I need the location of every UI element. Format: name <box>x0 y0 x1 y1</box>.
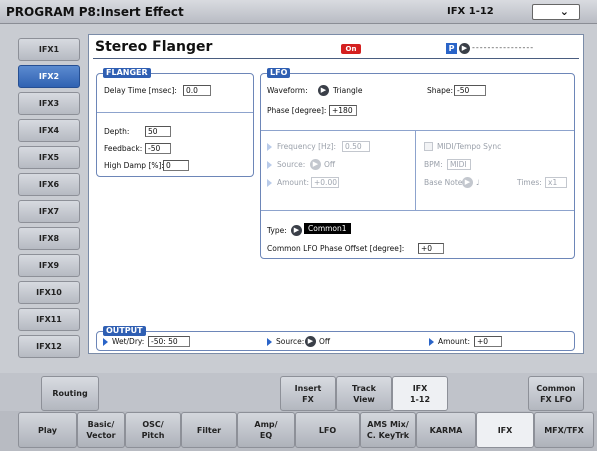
tab-routing[interactable]: Routing <box>41 376 99 411</box>
output-source-value[interactable]: Off <box>319 337 330 346</box>
common-phase-field[interactable]: +0 <box>418 243 444 254</box>
frequency-triangle-icon <box>267 143 272 151</box>
depth-label: Depth: <box>104 127 130 136</box>
mode-tab-karma[interactable]: KARMA <box>416 412 476 448</box>
type-value[interactable]: Common1 <box>304 223 351 234</box>
shape-field[interactable]: -50 <box>454 85 486 96</box>
shape-label: Shape: <box>427 86 454 95</box>
effect-name[interactable]: Stereo Flanger <box>95 39 212 55</box>
output-amount-field[interactable]: +0 <box>474 336 502 347</box>
wet-dry-triangle-icon <box>103 338 108 346</box>
ifx-range-label: IFX 1-12 <box>447 6 494 17</box>
tab-ifx-1-12[interactable]: IFX 1-12 <box>392 376 448 411</box>
output-source-triangle-icon <box>267 338 272 346</box>
output-amount-label: Amount: <box>438 337 470 346</box>
flanger-label: FLANGER <box>103 68 151 78</box>
source-triangle-icon <box>267 161 272 169</box>
flanger-divider <box>97 112 253 113</box>
amount-triangle-icon <box>267 179 272 187</box>
frequency-label: Frequency [Hz]: <box>277 142 337 151</box>
lfo-source-arrow-icon[interactable]: ▶ <box>310 159 321 170</box>
effect-on-button[interactable]: On <box>341 44 361 54</box>
waveform-arrow-icon[interactable]: ▶ <box>318 85 329 96</box>
type-arrow-icon[interactable]: ▶ <box>291 225 302 236</box>
times-field[interactable]: x1 <box>545 177 567 188</box>
mode-tab-amp-eq[interactable]: Amp/ EQ <box>237 412 295 448</box>
lfo-source-value[interactable]: Off <box>324 160 335 169</box>
depth-field[interactable]: 50 <box>145 126 171 137</box>
output-label: OUTPUT <box>103 326 146 336</box>
mode-tab-basic-vector[interactable]: Basic/ Vector <box>77 412 125 448</box>
mode-tab-osc-pitch[interactable]: OSC/ Pitch <box>125 412 181 448</box>
lfo-divider-bottom <box>261 210 574 211</box>
mode-tab-lfo[interactable]: LFO <box>295 412 360 448</box>
common-phase-label: Common LFO Phase Offset [degree]: <box>267 244 405 253</box>
waveform-label: Waveform: <box>267 86 308 95</box>
tab-insert-fx[interactable]: Insert FX <box>280 376 336 411</box>
output-amount-triangle-icon <box>429 338 434 346</box>
tab-ifx8[interactable]: IFX8 <box>18 227 80 250</box>
mode-tab-ifx[interactable]: IFX <box>476 412 534 448</box>
feedback-label: Feedback: <box>104 144 143 153</box>
tab-track-view[interactable]: Track View <box>336 376 392 411</box>
mode-tab-filter[interactable]: Filter <box>181 412 237 448</box>
page-title: PROGRAM P8:Insert Effect <box>6 5 184 19</box>
bpm-label: BPM: <box>424 160 443 169</box>
frequency-field[interactable]: 0.50 <box>342 141 370 152</box>
phase-field[interactable]: +180 <box>329 105 357 116</box>
base-note-label: Base Note: <box>424 178 465 187</box>
tab-ifx10[interactable]: IFX10 <box>18 281 80 304</box>
wet-dry-field[interactable]: -50: 50 <box>148 336 190 347</box>
midi-sync-label: MIDI/Tempo Sync <box>437 142 502 151</box>
lfo-amount-label: Amount: <box>277 178 309 187</box>
chain-arrow-icon[interactable]: ▶ <box>459 43 470 54</box>
tab-common-fx-lfo[interactable]: Common FX LFO <box>528 376 584 411</box>
tab-ifx9[interactable]: IFX9 <box>18 254 80 277</box>
tab-ifx12[interactable]: IFX12 <box>18 335 80 358</box>
base-note-value[interactable]: ♩ <box>476 178 480 187</box>
output-section: OUTPUT Wet/Dry: -50: 50 Source: ▶ Off Am… <box>96 326 575 351</box>
header-divider <box>93 58 579 59</box>
page-menu-button[interactable]: ⌄ <box>532 4 580 20</box>
high-damp-label: High Damp [%]: <box>104 161 164 170</box>
lfo-divider-top <box>261 130 574 131</box>
title-bar: PROGRAM P8:Insert Effect IFX 1-12 ⌄ <box>0 0 597 24</box>
delay-time-field[interactable]: 0.0 <box>183 85 211 96</box>
bpm-field[interactable]: MIDI <box>447 159 471 170</box>
effect-panel: Stereo Flanger On P ▶ ---------------- F… <box>88 34 584 354</box>
base-note-arrow-icon[interactable]: ▶ <box>462 177 473 188</box>
tab-ifx1[interactable]: IFX1 <box>18 38 80 61</box>
output-source-label: Source: <box>276 337 305 346</box>
type-label: Type: <box>267 226 287 235</box>
waveform-value[interactable]: Triangle <box>333 86 362 95</box>
mode-tab-ams-mix[interactable]: AMS Mix/ C. KeyTrk <box>360 412 416 448</box>
chevron-down-icon: ⌄ <box>559 5 569 18</box>
lfo-source-label: Source: <box>277 160 306 169</box>
tab-ifx11[interactable]: IFX11 <box>18 308 80 331</box>
tab-ifx6[interactable]: IFX6 <box>18 173 80 196</box>
midi-sync-checkbox[interactable] <box>424 142 433 151</box>
phase-label: Phase [degree]: <box>267 106 327 115</box>
lfo-label: LFO <box>267 68 291 78</box>
mode-tab-play[interactable]: Play <box>18 412 77 448</box>
lfo-section: LFO Waveform: ▶ Triangle Shape: -50 Phas… <box>260 68 575 259</box>
p-badge: P <box>446 43 457 54</box>
feedback-field[interactable]: -50 <box>145 143 171 154</box>
lfo-divider-mid <box>415 130 416 210</box>
tab-ifx4[interactable]: IFX4 <box>18 119 80 142</box>
tab-ifx2[interactable]: IFX2 <box>18 65 80 88</box>
tab-ifx7[interactable]: IFX7 <box>18 200 80 223</box>
high-damp-field[interactable]: 0 <box>163 160 189 171</box>
tab-ifx5[interactable]: IFX5 <box>18 146 80 169</box>
delay-time-label: Delay Time [msec]: <box>104 86 177 95</box>
output-source-arrow-icon[interactable]: ▶ <box>305 336 316 347</box>
times-label: Times: <box>517 178 542 187</box>
flanger-section: FLANGER Delay Time [msec]: 0.0 Depth: 50… <box>96 68 254 177</box>
tab-ifx3[interactable]: IFX3 <box>18 92 80 115</box>
chain-destination[interactable]: ---------------- <box>472 43 580 52</box>
lfo-amount-field[interactable]: +0.00 <box>311 177 339 188</box>
wet-dry-label: Wet/Dry: <box>112 337 145 346</box>
mode-tab-mfx-tfx[interactable]: MFX/TFX <box>534 412 594 448</box>
